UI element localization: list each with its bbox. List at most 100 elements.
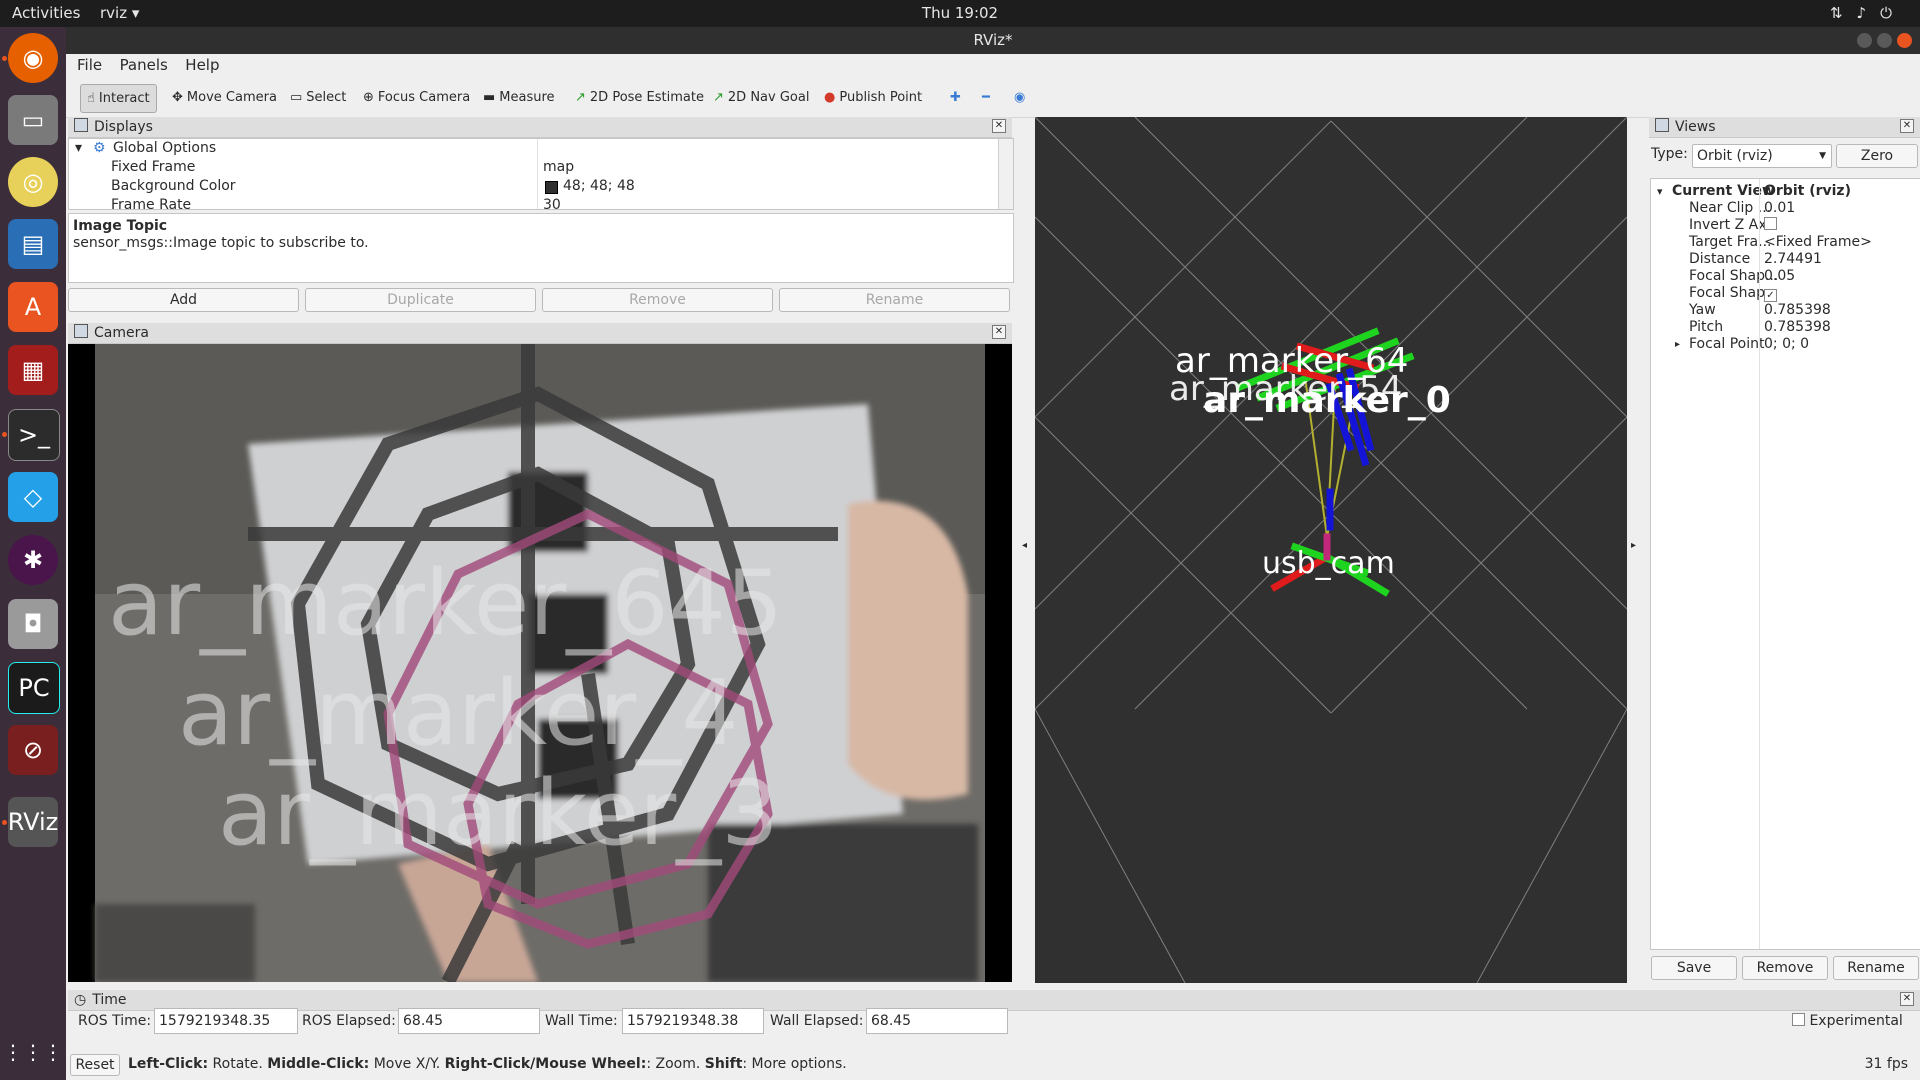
app-icon[interactable]: ▦ (8, 345, 58, 395)
menu-bar: File Panels Help (66, 54, 1920, 77)
camera-image[interactable]: ar_marker_645 ar_marker_4 ar_marker_3 (68, 344, 1012, 982)
focus-camera-tool-button[interactable]: ⊕ Focus Camera (357, 84, 476, 111)
dock: ◉ ▭ ◎ ▤ A ▦ >_ ◇ ✱ ◘ PC ⊘ RViz ⋮⋮⋮ (0, 27, 66, 1080)
system-tray[interactable]: ⇅♪⏻ (1830, 4, 1906, 22)
pitch-value[interactable]: 0.785398 (1764, 319, 1831, 336)
wall-elapsed-label: Wall Elapsed: (770, 1013, 864, 1029)
close-panel-button[interactable]: ✕ (992, 325, 1006, 339)
files-icon[interactable]: ▭ (8, 95, 58, 145)
invert-z-axis-checkbox[interactable] (1764, 217, 1777, 234)
views-panel: Views ✕ Type: Orbit (rviz) ▼ Zero ▾ Curr… (1649, 117, 1920, 983)
collapse-left-arrow-icon[interactable]: ◂ (1022, 540, 1027, 551)
3d-render-view[interactable]: ar_marker_64 ar_marker_54 ar_marker_0 us… (1035, 117, 1627, 983)
menu-help[interactable]: Help (185, 54, 219, 77)
yaw-value[interactable]: 0.785398 (1764, 302, 1831, 319)
experimental-checkbox[interactable]: Experimental (1792, 1010, 1903, 1032)
description-text: sensor_msgs::Image topic to subscribe to… (73, 235, 369, 251)
view-type-select[interactable]: Orbit (rviz) ▼ (1692, 144, 1832, 168)
time-panel: ◷ Time ✕ ROS Time: 1579219348.35 ROS Elap… (68, 990, 1920, 1080)
column-divider (1759, 179, 1760, 949)
expand-arrow-icon[interactable]: ▾ (1657, 183, 1663, 200)
distance-value[interactable]: 2.74491 (1764, 251, 1822, 268)
ros-time-field[interactable]: 1579219348.35 (154, 1008, 298, 1034)
background-color-value[interactable]: 48; 48; 48 (563, 177, 635, 196)
slack-icon[interactable]: ✱ (8, 535, 58, 585)
eye-icon[interactable]: ◉ (1008, 84, 1031, 111)
remove-button[interactable]: Remove (542, 288, 773, 312)
close-button[interactable] (1897, 33, 1912, 48)
volume-icon[interactable]: ♪ (1857, 4, 1881, 22)
focal-point-value[interactable]: 0; 0; 0 (1764, 336, 1809, 353)
pose-estimate-tool-button[interactable]: ↗ 2D Pose Estimate (569, 84, 710, 111)
menu-panels[interactable]: Panels (120, 54, 168, 77)
ros-elapsed-label: ROS Elapsed: (302, 1013, 396, 1029)
ros-elapsed-field[interactable]: 68.45 (398, 1008, 540, 1034)
wall-elapsed-field[interactable]: 68.45 (866, 1008, 1008, 1034)
target-frame-value[interactable]: <Fixed Frame> (1764, 234, 1872, 251)
menu-file[interactable]: File (77, 54, 102, 77)
add-button[interactable]: Add (68, 288, 299, 312)
checkbox[interactable] (1792, 1013, 1805, 1026)
screenshot-icon[interactable]: ◘ (8, 599, 58, 649)
interact-tool-button[interactable]: ☝ Interact (80, 84, 157, 113)
add-tool-icon[interactable]: ✚ (944, 84, 967, 111)
show-apps-icon[interactable]: ⋮⋮⋮ (3, 1027, 63, 1077)
scrollbar[interactable] (998, 139, 1013, 209)
remove-view-button[interactable]: Remove (1742, 956, 1828, 980)
color-swatch[interactable] (545, 181, 558, 194)
duplicate-button[interactable]: Duplicate (305, 288, 536, 312)
zero-button[interactable]: Zero (1836, 144, 1918, 168)
system-top-bar: Activities rviz ▾ Thu 19:02 ⇅♪⏻ (0, 0, 1920, 27)
window-title-bar: RViz* (66, 27, 1920, 54)
map-pin-icon: ● (824, 90, 836, 105)
close-panel-button[interactable]: ✕ (992, 119, 1006, 133)
terminal-icon[interactable]: >_ (8, 409, 60, 461)
maximize-button[interactable] (1877, 33, 1892, 48)
global-options-label[interactable]: Global Options (113, 139, 216, 158)
collapse-arrow-icon[interactable]: ▸ (1675, 336, 1680, 353)
ruler-icon: ▬ (483, 90, 496, 105)
collapse-right-arrow-icon[interactable]: ▸ (1631, 540, 1636, 551)
select-icon: ▭ (290, 90, 303, 105)
focal-shape-fixed-checkbox[interactable]: ✓ (1764, 285, 1777, 302)
gear-icon: ⚙ (93, 140, 106, 156)
near-clip-value[interactable]: 0.01 (1764, 200, 1795, 217)
render-scene: ar_marker_64 ar_marker_54 ar_marker_0 us… (1035, 117, 1627, 983)
network-icon[interactable]: ⇅ (1830, 4, 1857, 22)
move-camera-tool-button[interactable]: ✥ Move Camera (166, 84, 283, 111)
focal-shape-size-value[interactable]: 0.05 (1764, 268, 1795, 285)
expand-arrow-icon[interactable]: ▾ (75, 139, 82, 158)
displays-panel: Displays ✕ ▾ ⚙ Global Options Fixed Fram… (68, 117, 1014, 313)
close-panel-button[interactable]: ✕ (1900, 119, 1914, 133)
minimize-button[interactable] (1857, 33, 1872, 48)
chevron-down-icon: ▼ (1819, 151, 1826, 161)
vscode-icon[interactable]: ◇ (8, 472, 58, 522)
measure-tool-button[interactable]: ▬ Measure (477, 84, 561, 111)
pycharm-icon[interactable]: PC (8, 662, 60, 714)
focal-point-label: Focal Point (1689, 336, 1765, 352)
rename-button[interactable]: Rename (779, 288, 1010, 312)
software-icon[interactable]: A (8, 282, 58, 332)
views-tree[interactable]: ▾ Current View Orbit (rviz) Near Clip ..… (1650, 178, 1920, 950)
firefox-icon[interactable]: ◉ (8, 33, 58, 83)
nav-goal-tool-button[interactable]: ↗ 2D Nav Goal (707, 84, 815, 111)
rhythmbox-icon[interactable]: ◎ (8, 157, 58, 207)
fixed-frame-value[interactable]: map (543, 158, 574, 177)
column-divider (537, 139, 538, 209)
app-blocked-icon[interactable]: ⊘ (8, 725, 58, 775)
power-icon[interactable]: ⏻ (1880, 4, 1906, 22)
close-panel-button[interactable]: ✕ (1900, 992, 1914, 1006)
writer-icon[interactable]: ▤ (8, 219, 58, 269)
frame-rate-value[interactable]: 30 (543, 196, 561, 209)
save-view-button[interactable]: Save (1651, 956, 1737, 980)
remove-tool-icon[interactable]: ━ (976, 84, 996, 111)
rviz-icon[interactable]: RViz (8, 797, 58, 847)
displays-tree[interactable]: ▾ ⚙ Global Options Fixed Frame map Backg… (68, 138, 1014, 210)
fps-readout: 31 fps (1864, 1056, 1908, 1072)
reset-button[interactable]: Reset (70, 1054, 120, 1076)
select-tool-button[interactable]: ▭ Select (284, 84, 352, 111)
publish-point-tool-button[interactable]: ● Publish Point (818, 84, 928, 111)
wall-time-field[interactable]: 1579219348.38 (622, 1008, 764, 1034)
clock[interactable]: Thu 19:02 (0, 4, 1920, 22)
rename-view-button[interactable]: Rename (1833, 956, 1919, 980)
